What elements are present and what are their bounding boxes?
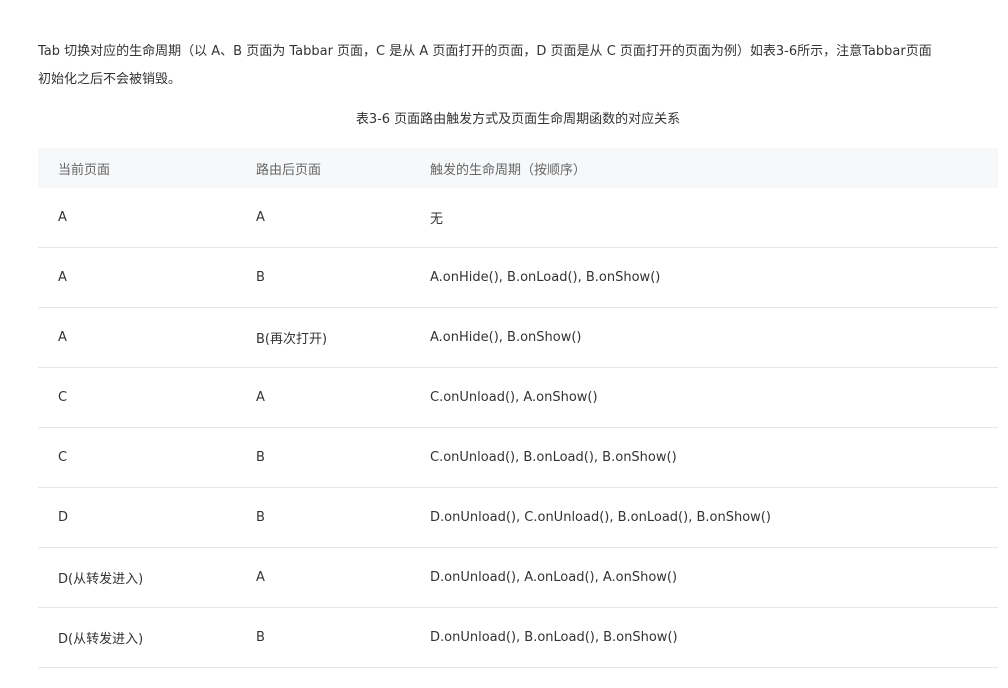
cell-current-page: D(从转发进入) xyxy=(38,607,236,668)
cell-current-page: C xyxy=(38,367,236,428)
intro-paragraph: Tab 切换对应的生命周期（以 A、B 页面为 Tabbar 页面，C 是从 A… xyxy=(38,38,1008,94)
cell-current-page: D xyxy=(38,487,236,548)
table-row: D(从转发进入) B D.onUnload(), B.onLoad(), B.o… xyxy=(38,607,998,668)
cell-lifecycle: D.onUnload(), A.onLoad(), A.onShow() xyxy=(410,547,998,608)
cell-target-page: B xyxy=(236,487,410,548)
cell-target-page: B xyxy=(236,247,410,308)
table-header: 当前页面 路由后页面 触发的生命周期（按顺序） xyxy=(38,148,998,188)
cell-lifecycle: 无 xyxy=(410,188,998,248)
header-target-page: 路由后页面 xyxy=(236,148,410,188)
cell-target-page: B(再次打开) xyxy=(236,307,410,368)
cell-lifecycle: C.onUnload(), B.onLoad(), B.onShow() xyxy=(410,427,998,488)
cell-current-page: A xyxy=(38,307,236,368)
table-row: D(从转发进入) A D.onUnload(), A.onLoad(), A.o… xyxy=(38,547,998,608)
cell-current-page: C xyxy=(38,427,236,488)
cell-current-page: A xyxy=(38,247,236,308)
intro-line-2: 初始化之后不会被销毁。 xyxy=(38,72,182,87)
table-caption: 表3-6 页面路由触发方式及页面生命周期函数的对应关系 xyxy=(355,112,681,127)
cell-lifecycle: A.onHide(), B.onLoad(), B.onShow() xyxy=(410,247,998,308)
intro-line-1: Tab 切换对应的生命周期（以 A、B 页面为 Tabbar 页面，C 是从 A… xyxy=(38,44,932,59)
table-row: C A C.onUnload(), A.onShow() xyxy=(38,367,998,428)
table-row: A B A.onHide(), B.onLoad(), B.onShow() xyxy=(38,247,998,308)
lifecycle-table: 当前页面 路由后页面 触发的生命周期（按顺序） A A 无 A B A.onHi… xyxy=(38,148,998,668)
cell-target-page: A xyxy=(236,188,410,248)
cell-current-page: A xyxy=(38,188,236,248)
cell-target-page: A xyxy=(236,367,410,428)
cell-lifecycle: C.onUnload(), A.onShow() xyxy=(410,367,998,428)
table-header-row: 当前页面 路由后页面 触发的生命周期（按顺序） xyxy=(38,148,998,188)
cell-target-page: B xyxy=(236,607,410,668)
cell-target-page: A xyxy=(236,547,410,608)
table-row: A B(再次打开) A.onHide(), B.onShow() xyxy=(38,307,998,368)
cell-lifecycle: D.onUnload(), C.onUnload(), B.onLoad(), … xyxy=(410,487,998,548)
cell-lifecycle: A.onHide(), B.onShow() xyxy=(410,307,998,368)
cell-lifecycle: D.onUnload(), B.onLoad(), B.onShow() xyxy=(410,607,998,668)
table-row: C B C.onUnload(), B.onLoad(), B.onShow() xyxy=(38,427,998,488)
table-row: D B D.onUnload(), C.onUnload(), B.onLoad… xyxy=(38,487,998,548)
cell-target-page: B xyxy=(236,427,410,488)
table-row: A A 无 xyxy=(38,188,998,248)
cell-current-page: D(从转发进入) xyxy=(38,547,236,608)
header-lifecycle: 触发的生命周期（按顺序） xyxy=(410,148,998,188)
table-body: A A 无 A B A.onHide(), B.onLoad(), B.onSh… xyxy=(38,188,998,668)
header-current-page: 当前页面 xyxy=(38,148,236,188)
